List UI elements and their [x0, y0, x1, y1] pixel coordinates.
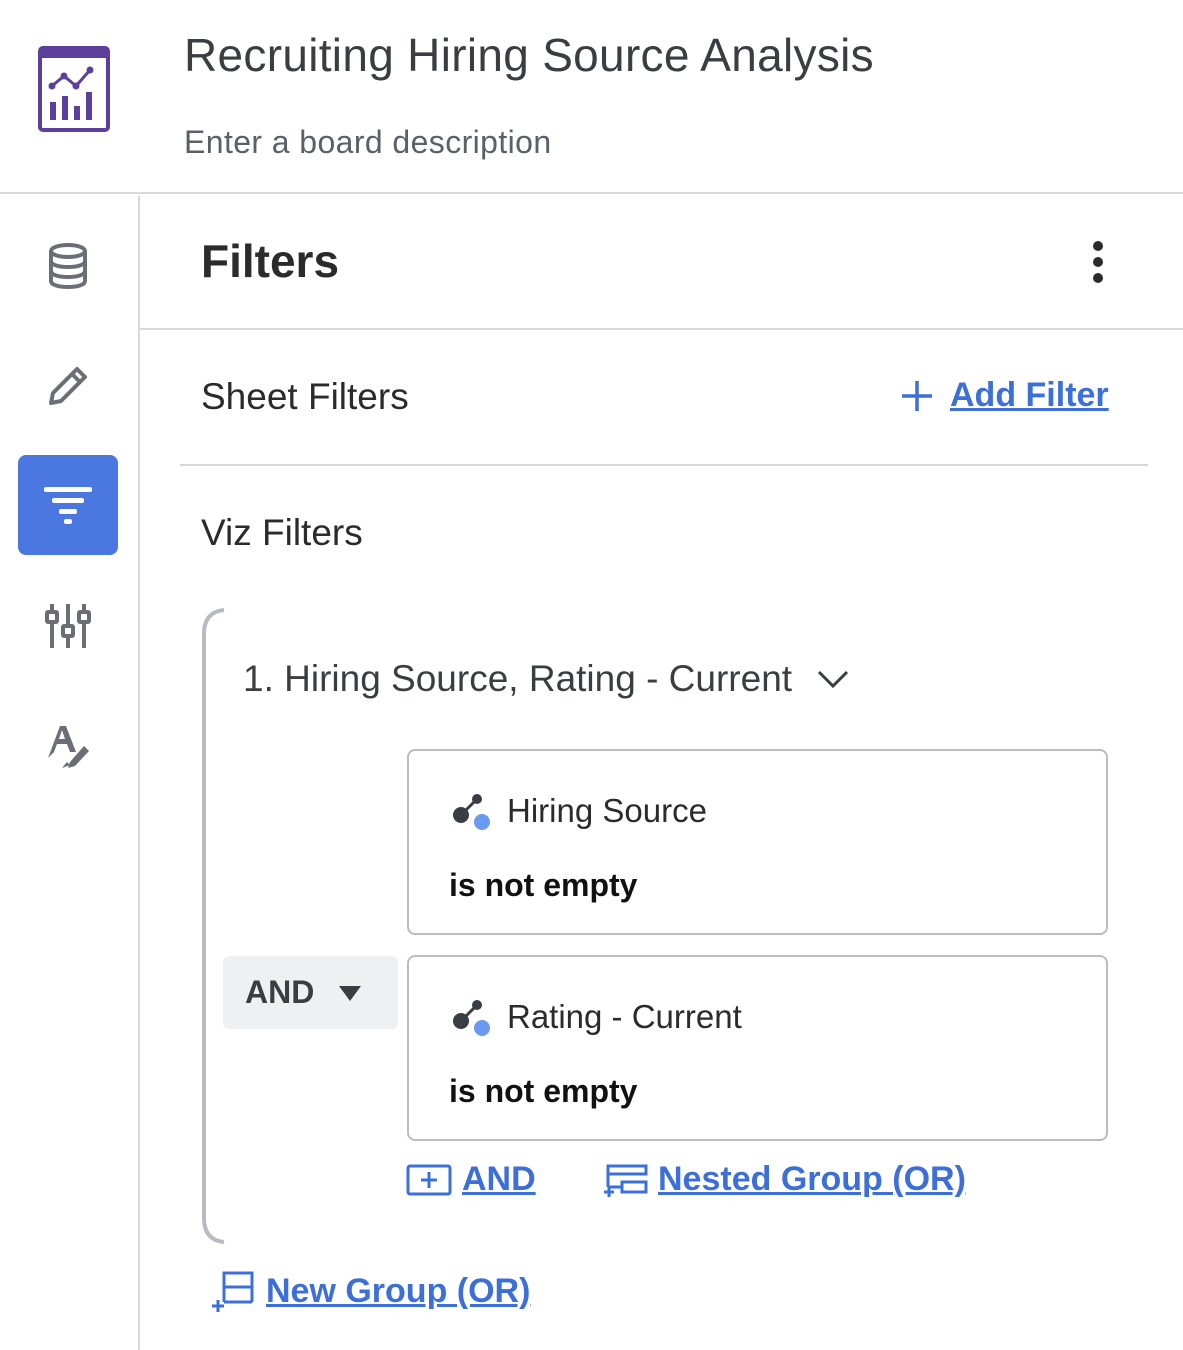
- filters-button[interactable]: [18, 455, 118, 555]
- add-new-group-button[interactable]: New Group (OR): [210, 1270, 530, 1312]
- new-group-label[interactable]: New Group (OR): [266, 1272, 530, 1311]
- condition-field-name: Rating - Current: [507, 998, 742, 1035]
- filter-icon: [44, 487, 92, 524]
- filter-group-header[interactable]: 1. Hiring Source, Rating - Current: [243, 658, 850, 700]
- left-toolbar: [0, 196, 140, 1350]
- new-group-icon: [212, 1271, 254, 1312]
- dimension-icon: [453, 1000, 490, 1036]
- filter-condition-card[interactable]: Rating - Current is not empty: [407, 955, 1108, 1141]
- add-filter-button[interactable]: Add Filter: [900, 376, 1109, 415]
- condition-operator: is not empty: [449, 867, 638, 903]
- sheet-filters-label: Sheet Filters: [201, 376, 409, 417]
- format-button[interactable]: [18, 696, 118, 796]
- chevron-down-icon[interactable]: [816, 668, 850, 690]
- nested-group-icon: [604, 1164, 648, 1197]
- sliders-icon: [45, 604, 91, 648]
- board-logo-icon: [38, 46, 110, 132]
- add-and-condition-button[interactable]: AND: [406, 1160, 536, 1199]
- condition-operator: is not empty: [449, 1073, 638, 1109]
- dimension-icon: [453, 794, 490, 830]
- caret-down-icon: [339, 985, 362, 1001]
- add-filter-label[interactable]: Add Filter: [950, 376, 1109, 415]
- database-icon: [49, 243, 87, 290]
- edit-button[interactable]: [18, 336, 118, 436]
- group-bracket: [202, 608, 225, 1244]
- section-divider: [180, 464, 1148, 466]
- filters-panel: Filters Sheet Filters Add Filter Viz Fil…: [140, 196, 1183, 1350]
- filter-group-label: 1. Hiring Source, Rating - Current: [243, 658, 793, 699]
- data-source-button[interactable]: [18, 216, 118, 316]
- text-format-icon: [48, 726, 89, 768]
- add-and-label[interactable]: AND: [462, 1160, 536, 1199]
- viz-filters-label: Viz Filters: [201, 512, 363, 553]
- plus-icon: [902, 380, 932, 411]
- board-header: Recruiting Hiring Source Analysis Enter …: [0, 0, 1183, 194]
- condition-field: Rating - Current: [449, 995, 742, 1039]
- group-operator-label: AND: [245, 974, 315, 1010]
- panel-title: Filters: [201, 235, 340, 287]
- add-nested-group-button[interactable]: Nested Group (OR): [602, 1160, 966, 1199]
- filters-panel-header: Filters: [140, 196, 1183, 330]
- more-options-icon[interactable]: [1084, 240, 1112, 284]
- condition-field-name: Hiring Source: [507, 792, 707, 829]
- settings-button[interactable]: [18, 576, 118, 676]
- board-title[interactable]: Recruiting Hiring Source Analysis: [184, 28, 874, 82]
- add-box-icon: [406, 1164, 452, 1195]
- pencil-icon: [49, 367, 87, 405]
- condition-field: Hiring Source: [449, 789, 707, 833]
- filter-condition-card[interactable]: Hiring Source is not empty: [407, 749, 1108, 935]
- group-operator-dropdown[interactable]: AND: [223, 956, 398, 1029]
- nested-group-label[interactable]: Nested Group (OR): [658, 1160, 966, 1199]
- board-description-field[interactable]: Enter a board description: [184, 124, 552, 161]
